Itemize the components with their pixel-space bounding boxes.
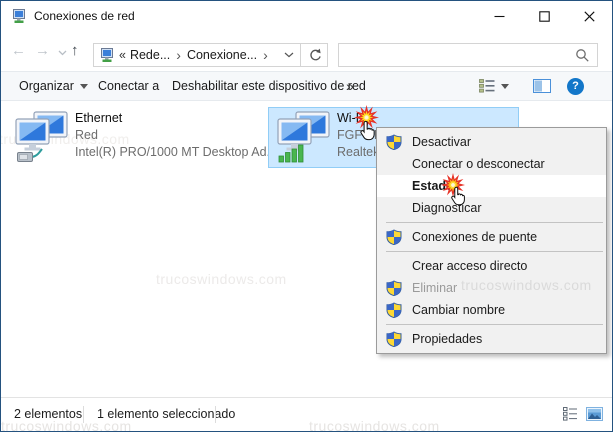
window-title: Conexiones de red bbox=[34, 9, 135, 23]
title-bar: Conexiones de red bbox=[1, 1, 612, 32]
menu-item-propiedades[interactable]: Propiedades bbox=[377, 328, 606, 350]
help-button[interactable]: ? bbox=[567, 72, 584, 100]
breadcrumb-network[interactable]: Rede... bbox=[130, 48, 170, 62]
forward-button[interactable]: → bbox=[35, 43, 50, 59]
command-bar: Organizar Conectar a Deshabilitar este d… bbox=[1, 71, 612, 101]
items-count: 2 elementos bbox=[14, 407, 82, 421]
menu-item-conectar-o-desconectar[interactable]: Conectar o desconectar bbox=[377, 153, 606, 175]
close-icon bbox=[584, 11, 595, 22]
wifi-connection-icon bbox=[277, 111, 331, 164]
connection-network: Red bbox=[75, 127, 277, 144]
context-menu: trucoswindows.com Desactivar Conectar o … bbox=[376, 127, 607, 354]
menu-item-cambiar-nombre[interactable]: Cambiar nombre bbox=[377, 299, 606, 321]
organizar-dropdown-icon bbox=[80, 84, 88, 89]
status-divider bbox=[215, 406, 216, 423]
breadcrumb-collapsed-prefix[interactable]: « bbox=[119, 48, 126, 62]
uac-shield-icon bbox=[385, 134, 402, 151]
network-connections-app-icon bbox=[10, 8, 26, 24]
thumbnail-view-icon bbox=[586, 407, 603, 421]
organizar-label: Organizar bbox=[19, 79, 74, 93]
status-divider bbox=[83, 406, 84, 423]
change-view-button[interactable] bbox=[479, 72, 509, 100]
navigation-bar: ← → ↑ « Rede... › Conexione... › bbox=[1, 32, 612, 71]
menu-item-crear-acceso-directo[interactable]: Crear acceso directo bbox=[377, 255, 606, 277]
uac-shield-icon bbox=[385, 302, 402, 319]
preview-pane-icon bbox=[533, 79, 551, 93]
address-dropdown-chevron-icon[interactable] bbox=[284, 52, 294, 58]
search-icon[interactable] bbox=[575, 48, 590, 63]
conectar-a-button[interactable]: Conectar a bbox=[98, 72, 159, 100]
menu-item-conexiones-de-puente[interactable]: Conexiones de puente bbox=[377, 226, 606, 248]
menu-separator bbox=[377, 219, 606, 226]
connection-name: Ethernet bbox=[75, 110, 277, 127]
more-commands-chevron[interactable]: » bbox=[346, 72, 354, 100]
network-connections-window: Conexiones de red ← → ↑ « Rede... › Cone… bbox=[0, 0, 613, 432]
back-button[interactable]: ← bbox=[11, 43, 26, 59]
uac-shield-icon bbox=[385, 229, 402, 246]
preview-pane-button[interactable] bbox=[533, 72, 551, 100]
view-dropdown-icon bbox=[501, 84, 509, 89]
window-controls bbox=[477, 1, 612, 32]
items-view: trucoswindows.com trucoswindows.com Ethe… bbox=[1, 101, 612, 398]
network-connections-icon bbox=[98, 47, 114, 63]
menu-item-eliminar[interactable]: Eliminar bbox=[377, 277, 606, 299]
ethernet-connection-icon bbox=[15, 111, 69, 164]
breadcrumb-connections[interactable]: Conexione... bbox=[187, 48, 257, 62]
refresh-button[interactable] bbox=[300, 43, 328, 67]
connection-device: Intel(R) PRO/1000 MT Desktop Ad... bbox=[75, 144, 277, 161]
deshabilitar-dispositivo-button[interactable]: Deshabilitar este dispositivo de red bbox=[172, 72, 366, 100]
address-bar[interactable]: « Rede... › Conexione... › bbox=[93, 43, 301, 67]
maximize-button[interactable] bbox=[522, 1, 567, 32]
minimize-button[interactable] bbox=[477, 1, 522, 32]
menu-item-desactivar[interactable]: Desactivar bbox=[377, 131, 606, 153]
refresh-icon bbox=[307, 48, 322, 63]
thumbnail-view-toggle[interactable] bbox=[586, 407, 603, 426]
up-button[interactable]: ↑ bbox=[71, 43, 79, 59]
hand-cursor-icon bbox=[448, 185, 470, 207]
breadcrumb-separator[interactable]: › bbox=[263, 47, 268, 63]
menu-separator bbox=[377, 248, 606, 255]
recent-locations-chevron-icon[interactable] bbox=[58, 50, 67, 56]
uac-shield-icon bbox=[385, 331, 402, 348]
status-bar: trucoswindows.com trucoswindows.com 2 el… bbox=[1, 397, 612, 431]
details-view-toggle[interactable] bbox=[563, 407, 578, 426]
watermark: trucoswindows.com bbox=[156, 271, 287, 287]
breadcrumb-separator[interactable]: › bbox=[176, 47, 181, 63]
help-icon: ? bbox=[567, 78, 584, 95]
watermark: trucoswindows.com bbox=[309, 418, 440, 432]
search-input[interactable] bbox=[338, 43, 598, 67]
uac-shield-icon bbox=[385, 280, 402, 297]
organizar-button[interactable]: Organizar bbox=[19, 72, 88, 100]
minimize-icon bbox=[494, 11, 505, 22]
maximize-icon bbox=[539, 11, 550, 22]
close-button[interactable] bbox=[567, 1, 612, 32]
menu-item-estado[interactable]: Estado bbox=[377, 175, 606, 197]
menu-separator bbox=[377, 321, 606, 328]
menu-item-diagnosticar[interactable]: Diagnosticar bbox=[377, 197, 606, 219]
details-view-icon bbox=[479, 79, 495, 93]
list-view-icon bbox=[563, 407, 578, 421]
